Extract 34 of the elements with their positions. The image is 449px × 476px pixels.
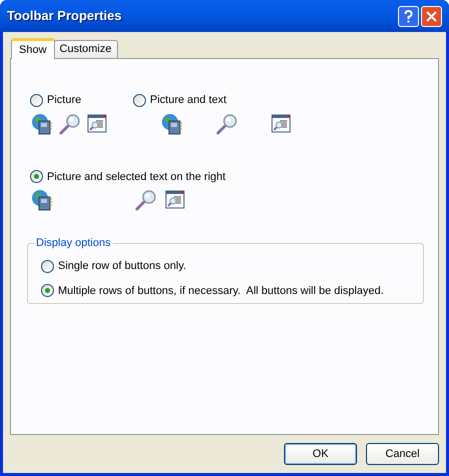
window-magnifier-icon — [271, 114, 291, 134]
tab[interactable]: Show — [11, 38, 55, 59]
radio-button[interactable] — [41, 284, 54, 298]
radio-button[interactable] — [133, 94, 146, 107]
radio-button[interactable] — [30, 170, 43, 184]
globe-book-icon — [161, 112, 183, 134]
option-label: Multiple rows of buttons, if necessary. All buttons will be displayed. — [58, 284, 384, 298]
magnifier-icon — [135, 189, 157, 211]
magnifier-icon — [216, 112, 238, 134]
globe-book-icon — [31, 112, 53, 134]
radio-option[interactable]: Picture and text — [133, 92, 291, 108]
radio-option[interactable]: Multiple rows of buttons, if necessary. All buttons will be displayed. — [41, 282, 410, 299]
close-icon — [426, 10, 437, 22]
option-label: Picture — [47, 93, 82, 108]
question-mark-icon — [404, 10, 413, 22]
dialog-button[interactable]: Cancel — [366, 443, 439, 465]
option-label: Picture and text — [150, 93, 226, 108]
dialog-button[interactable]: OK — [284, 443, 357, 465]
option-label: Single row of buttons only. — [58, 259, 186, 274]
radio-button[interactable] — [41, 260, 54, 273]
magnifier-icon — [59, 112, 81, 134]
window-magnifier-icon — [165, 190, 185, 210]
radio-option[interactable]: Picture and selected text on the right — [30, 168, 419, 185]
radio-option[interactable]: Picture — [30, 92, 133, 108]
window-magnifier-icon — [87, 114, 107, 134]
close-button[interactable] — [421, 6, 442, 26]
radio-option[interactable]: Single row of buttons only. — [41, 258, 410, 274]
tab[interactable]: Customize — [54, 40, 118, 58]
window-title: Toolbar Properties — [7, 7, 123, 26]
radio-button[interactable] — [30, 94, 43, 107]
option-label: Picture and selected text on the right — [47, 170, 226, 184]
globe-book-icon — [31, 189, 53, 211]
help-button[interactable] — [398, 6, 419, 26]
group-title: Display options — [34, 236, 113, 250]
